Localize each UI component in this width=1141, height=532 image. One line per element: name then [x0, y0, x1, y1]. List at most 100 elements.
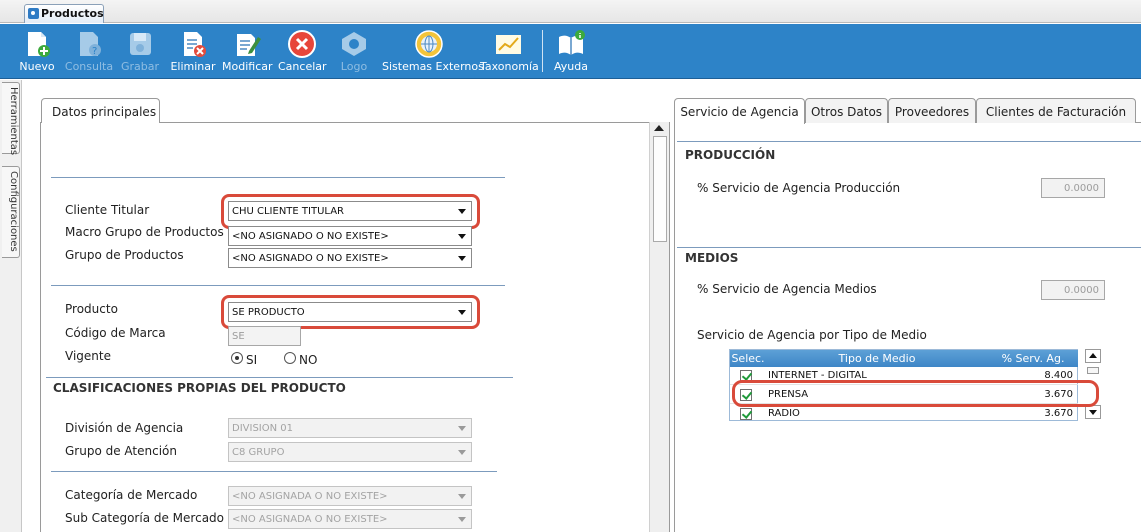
medios-field[interactable]: 0.0000 — [1041, 280, 1105, 300]
divider — [677, 247, 1141, 248]
produccion-title: PRODUCCIÓN — [685, 148, 776, 162]
cancelar-label: Cancelar — [278, 60, 327, 73]
herramientas-side-tab[interactable]: Herramientas — [2, 82, 20, 155]
productos-window-tab[interactable]: Productos — [24, 4, 104, 23]
grupo-atencion-select[interactable]: C8 GRUPO — [228, 442, 472, 462]
medios-title: MEDIOS — [685, 251, 739, 265]
taxonomia-button[interactable]: Taxonomía — [480, 24, 539, 78]
ribbon-toolbar: Nuevo ? Consulta Grabar Eliminar Modific… — [0, 24, 1141, 79]
modificar-label: Modificar — [222, 60, 273, 73]
eliminar-button[interactable]: Eliminar — [170, 24, 216, 78]
producto-label: Producto — [65, 302, 118, 316]
new-document-icon — [28, 32, 50, 57]
vigente-no-radio[interactable] — [284, 352, 296, 364]
grabar-button[interactable]: Grabar — [118, 24, 162, 78]
highlight-annotation — [221, 295, 480, 329]
chevron-down-icon — [458, 256, 466, 261]
division-agencia-label: División de Agencia — [65, 421, 184, 435]
grupo-productos-select[interactable]: <NO ASIGNADO O NO EXISTE> — [228, 248, 472, 268]
logo-icon — [342, 32, 366, 56]
highlight-annotation — [221, 194, 480, 229]
sub-categoria-mercado-select[interactable]: <NO ASIGNADA O NO EXISTE> — [228, 509, 472, 529]
configuraciones-side-tab[interactable]: Configuraciones — [2, 166, 20, 258]
chart-icon — [496, 35, 521, 54]
macro-grupo-select[interactable]: <NO ASIGNADO O NO EXISTE> — [228, 226, 472, 246]
divider — [51, 177, 505, 178]
divider — [677, 141, 1141, 142]
taxonomia-label: Taxonomía — [480, 60, 539, 73]
tipo-medio-title: Servicio de Agencia por Tipo de Medio — [697, 328, 927, 342]
save-disk-icon — [130, 33, 151, 55]
consulta-label: Consulta — [64, 60, 114, 73]
table-row[interactable]: RADIO 3.670 — [730, 405, 1078, 423]
cliente-titular-label: Cliente Titular — [65, 203, 150, 217]
grid-header: Selec. Tipo de Medio % Serv. Ag. — [730, 350, 1078, 367]
window-tab-strip: Productos — [0, 0, 1141, 23]
col-tipo-medio[interactable]: Tipo de Medio — [767, 352, 987, 365]
sub-categoria-mercado-value: <NO ASIGNADA O NO EXISTE> — [232, 514, 388, 525]
productos-window-tab-label: Productos — [41, 7, 104, 20]
grupo-atencion-label: Grupo de Atención — [65, 444, 177, 458]
col-selec[interactable]: Selec. — [730, 352, 766, 365]
query-document-icon: ? — [80, 32, 101, 57]
vigente-si-label: SI — [246, 353, 258, 367]
logo-label: Logo — [340, 60, 368, 73]
grupo-productos-value: <NO ASIGNADO O NO EXISTE> — [232, 253, 389, 264]
macro-grupo-value: <NO ASIGNADO O NO EXISTE> — [232, 231, 389, 242]
scroll-up-arrow-icon[interactable] — [1085, 349, 1101, 363]
vigente-no-label: NO — [299, 353, 318, 367]
logo-button[interactable]: Logo — [334, 24, 374, 78]
vigente-si-radio[interactable] — [231, 352, 243, 364]
division-agencia-select[interactable]: DIVISION 01 — [228, 418, 472, 438]
eliminar-label: Eliminar — [170, 60, 216, 73]
division-agencia-value: DIVISION 01 — [232, 423, 293, 434]
scroll-thumb[interactable] — [1087, 367, 1099, 374]
grupo-atencion-value: C8 GRUPO — [232, 447, 285, 458]
scroll-down-arrow-icon[interactable] — [1085, 405, 1101, 419]
ayuda-label: Ayuda — [554, 60, 588, 73]
clasificaciones-title: CLASIFICACIONES PROPIAS DEL PRODUCTO — [53, 381, 346, 395]
chevron-down-icon — [458, 450, 466, 455]
ayuda-button[interactable]: Ayuda — [550, 24, 592, 78]
codigo-marca-field[interactable]: SE — [228, 326, 301, 346]
sistemas-externos-label: Sistemas Externos — [382, 60, 484, 73]
left-panel-scrollbar[interactable] — [649, 122, 669, 532]
categoria-mercado-select[interactable]: <NO ASIGNADA O NO EXISTE> — [228, 486, 472, 506]
divider — [46, 377, 513, 378]
chevron-down-icon — [458, 234, 466, 239]
help-book-icon — [559, 30, 585, 55]
medios-label: % Servicio de Agencia Medios — [697, 282, 877, 296]
tab-otros-datos[interactable]: Otros Datos — [805, 98, 888, 123]
pct-cell: 3.670 — [1044, 408, 1073, 419]
tab-clientes-facturacion[interactable]: Clientes de Facturación — [976, 98, 1136, 123]
chevron-down-icon — [458, 494, 466, 499]
delete-document-icon — [184, 32, 206, 57]
col-pct-serv[interactable]: % Serv. Ag. — [988, 352, 1078, 365]
produccion-field[interactable]: 0.0000 — [1041, 178, 1105, 198]
tab-datos-principales[interactable]: Datos principales — [41, 98, 160, 123]
nuevo-label: Nuevo — [19, 60, 55, 73]
scroll-thumb[interactable] — [653, 136, 667, 242]
cancelar-button[interactable]: Cancelar — [278, 24, 327, 78]
globe-icon — [415, 30, 443, 58]
chevron-down-icon — [458, 426, 466, 431]
tab-proveedores[interactable]: Proveedores — [888, 98, 976, 123]
edit-document-icon — [237, 34, 261, 56]
grupo-productos-label: Grupo de Productos — [65, 248, 184, 262]
vigente-label: Vigente — [65, 349, 111, 363]
highlight-annotation — [732, 380, 1099, 407]
modificar-button[interactable]: Modificar — [222, 24, 273, 78]
tab-servicio-agencia[interactable]: Servicio de Agencia — [674, 98, 805, 124]
row-checkbox[interactable] — [740, 408, 752, 420]
consulta-button[interactable]: ? Consulta — [64, 24, 114, 78]
categoria-mercado-label: Categoría de Mercado — [65, 488, 198, 502]
scroll-up-arrow-icon[interactable] — [654, 125, 664, 131]
tipo-cell: RADIO — [768, 408, 800, 419]
divider — [51, 285, 505, 286]
nuevo-button[interactable]: Nuevo — [16, 24, 58, 78]
categoria-mercado-value: <NO ASIGNADA O NO EXISTE> — [232, 491, 388, 502]
produccion-label: % Servicio de Agencia Producción — [697, 181, 901, 195]
sistemas-externos-button[interactable]: Sistemas Externos — [382, 24, 484, 78]
codigo-marca-label: Código de Marca — [65, 326, 166, 340]
macro-grupo-label: Macro Grupo de Productos — [65, 225, 224, 239]
